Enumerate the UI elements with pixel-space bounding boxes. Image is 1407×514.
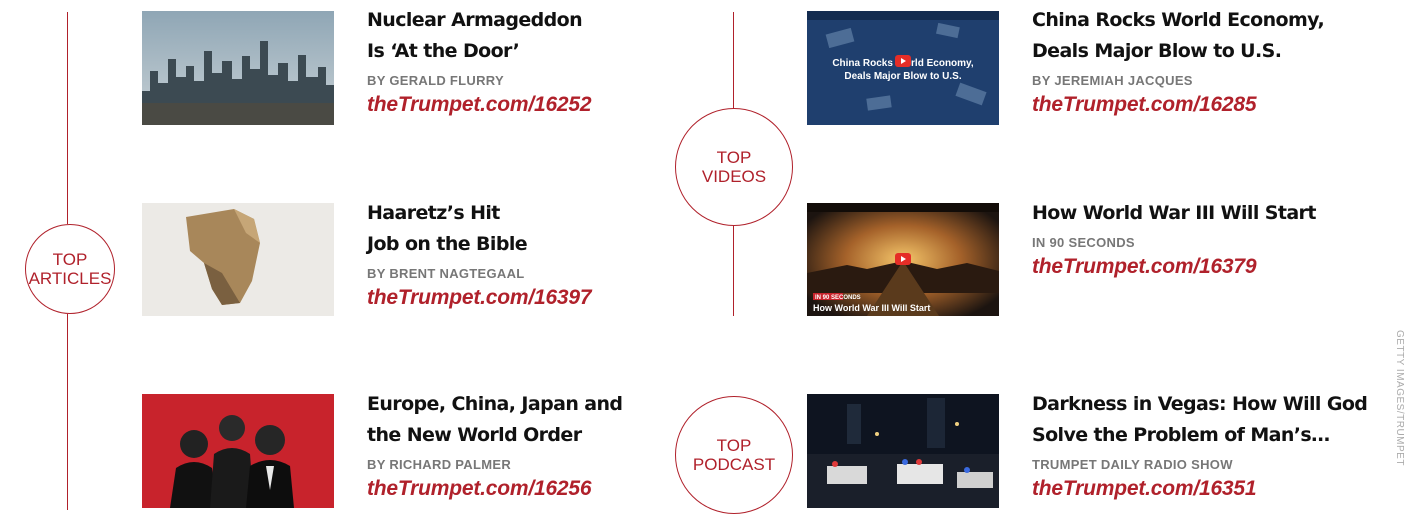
video-1-play-icon[interactable] (895, 55, 911, 67)
article-1-byline: BY GERALD FLURRY (367, 73, 504, 88)
article-2-byline: BY BRENT NAGTEGAAL (367, 266, 525, 281)
video-2-byline: IN 90 SECONDS (1032, 235, 1135, 250)
video-2-title[interactable]: How World War III Will Start (1032, 198, 1316, 229)
video-2-play-icon[interactable] (895, 253, 911, 265)
podcast-byline: TRUMPET DAILY RADIO SHOW (1032, 457, 1233, 472)
video-2-thumbnail[interactable]: IN 90 SECONDS How World War III Will Sta… (807, 203, 999, 316)
podcast: Darkness in Vegas: How Will God Solve the… (1032, 389, 1368, 501)
article-3-byline: BY RICHARD PALMER (367, 457, 512, 472)
article-1-title[interactable]: Nuclear Armageddon Is ‘At the Door’ (367, 5, 591, 67)
video-1-title[interactable]: China Rocks World Economy, Deals Major Bl… (1032, 5, 1325, 67)
article-3-thumbnail[interactable] (142, 394, 334, 508)
article-1: Nuclear Armageddon Is ‘At the Door’ BY GE… (367, 5, 592, 117)
article-3-link[interactable]: theTrumpet.com/16256 (367, 477, 622, 501)
videos-rule-bottom (733, 216, 734, 316)
article-1-thumbnail[interactable] (142, 11, 334, 125)
video-1: China Rocks World Economy, Deals Major Bl… (1032, 5, 1325, 117)
video-2: How World War III Will Start IN 90 SECON… (1032, 198, 1316, 279)
article-3: Europe, China, Japan and the New World Or… (367, 389, 623, 501)
top-podcast-badge: TOP PODCAST (675, 396, 793, 514)
video-1-thumbnail-line-2: Deals Major Blow to U.S. (844, 71, 961, 82)
podcast-title[interactable]: Darkness in Vegas: How Will God Solve the… (1032, 389, 1368, 451)
video-1-thumbnail[interactable]: China Rocks World Economy, Deals Major B… (807, 11, 999, 125)
podcast-link[interactable]: theTrumpet.com/16351 (1032, 477, 1367, 501)
video-1-link[interactable]: theTrumpet.com/16285 (1032, 93, 1324, 117)
photo-credit: GETTY IMAGES/TRUMPET (1394, 330, 1405, 466)
articles-rule-bottom (67, 314, 68, 510)
article-3-title[interactable]: Europe, China, Japan and the New World Or… (367, 389, 623, 451)
video-1-byline: BY JEREMIAH JACQUES (1032, 73, 1193, 88)
top-articles-badge: TOP ARTICLES (25, 224, 115, 314)
top-videos-badge: TOP VIDEOS (675, 108, 793, 226)
video-2-thumbnail-tag: IN 90 SECONDS (815, 295, 861, 301)
article-2: Haaretz’s Hit Job on the Bible BY BRENT N… (367, 198, 592, 310)
video-2-link[interactable]: theTrumpet.com/16379 (1032, 255, 1316, 279)
article-1-link[interactable]: theTrumpet.com/16252 (367, 93, 592, 117)
podcast-thumbnail[interactable] (807, 394, 999, 508)
article-2-link[interactable]: theTrumpet.com/16397 (367, 286, 592, 310)
article-2-thumbnail[interactable] (142, 203, 334, 316)
video-2-thumbnail-caption: How World War III Will Start (813, 303, 930, 313)
articles-rule-top (67, 12, 68, 224)
article-2-title[interactable]: Haaretz’s Hit Job on the Bible (367, 198, 591, 260)
